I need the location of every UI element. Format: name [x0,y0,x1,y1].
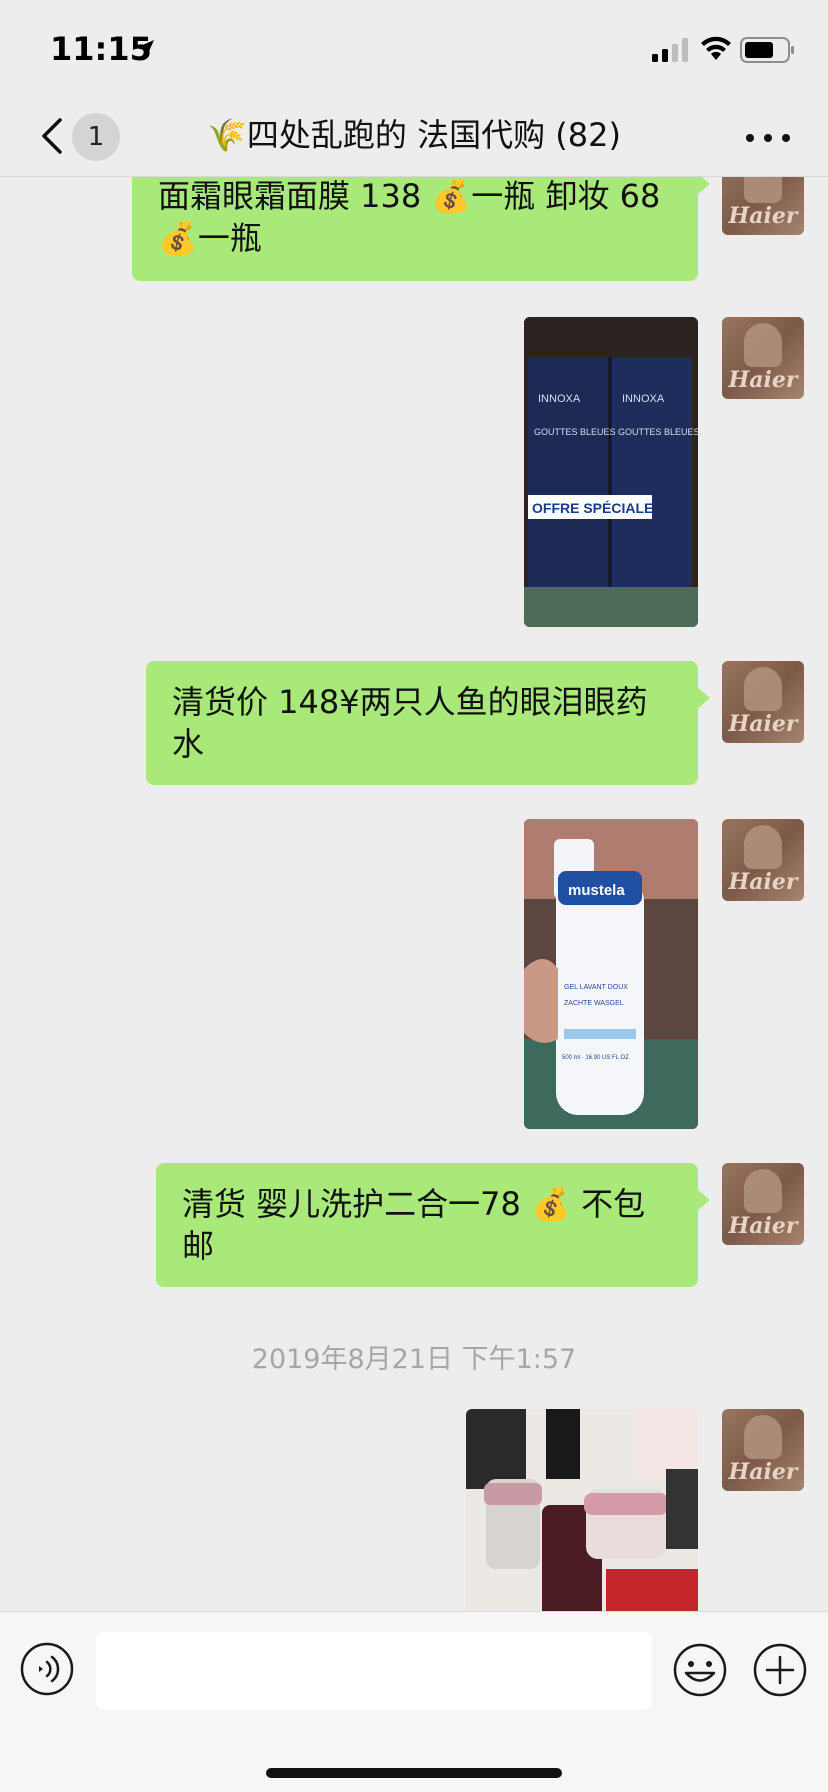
avatar[interactable]: Haier [722,661,804,743]
product-line: ZACHTE WASGEL [564,1000,624,1007]
home-indicator[interactable] [266,1768,562,1778]
unread-count-badge: 1 [72,113,120,161]
emoji-icon[interactable] [672,1642,728,1698]
input-bar [0,1611,828,1792]
battery-icon [740,37,794,63]
message-timestamp: 2019年8月21日 下午1:57 [251,1344,577,1375]
avatar-label: Haier [728,1213,798,1239]
back-button[interactable]: 1 [30,108,130,164]
avatar-label: Haier [728,711,798,737]
avatar-figure [744,323,782,367]
avatar-figure [744,667,782,711]
more-options-icon[interactable] [740,118,796,158]
product-brand: INNOXA [538,393,581,405]
avatar[interactable]: Haier [722,819,804,901]
avatar-figure [744,825,782,869]
product-photo-innoxa: INNOXA INNOXA GOUTTES BLEUES GOUTTES BLE… [524,317,698,627]
avatar-label: Haier [728,203,798,229]
message-input[interactable] [96,1632,652,1710]
image-message[interactable]: INNOXA INNOXA GOUTTES BLEUES GOUTTES BLE… [524,317,698,627]
avatar[interactable]: Haier [722,1163,804,1245]
product-photo-cosmetics [466,1409,698,1611]
image-message[interactable] [466,1409,698,1611]
image-message[interactable]: mustela GEL LAVANT DOUX ZACHTE WASGEL 50… [524,819,698,1129]
offer-badge: OFFRE SPÉCIALE [532,500,653,516]
chat-title: 🌾四处乱跑的 法国代购 (82) [207,116,621,154]
message-text: 面霜眼霜面膜 138 💰一瓶 卸妆 68 💰一瓶 [158,177,661,257]
product-photo-mustela: mustela GEL LAVANT DOUX ZACHTE WASGEL 50… [524,819,698,1129]
avatar-label: Haier [728,869,798,895]
product-volume: 500 ml · 16.90 US FL OZ [562,1055,629,1061]
product-line: GEL LAVANT DOUX [564,984,628,991]
cellular-signal-icon [652,38,688,62]
avatar-figure [744,177,782,203]
message-text: 清货 婴儿洗护二合一78 💰 不包邮 [182,1185,646,1265]
wifi-icon [701,36,731,60]
nav-bar: 1 🌾四处乱跑的 法国代购 (82) [0,96,828,177]
message-bubble[interactable]: 面霜眼霜面膜 138 💰一瓶 卸妆 68 💰一瓶 [132,177,710,281]
product-brand: mustela [568,882,625,899]
avatar-label: Haier [728,1459,798,1485]
message-bubble[interactable]: 清货价 148¥两只人鱼的眼泪眼药水 [146,661,710,785]
message-text: 清货价 148¥两只人鱼的眼泪眼药水 [172,683,648,763]
avatar[interactable]: Haier [722,1409,804,1491]
message-bubble[interactable]: 清货 婴儿洗护二合一78 💰 不包邮 [156,1163,710,1287]
avatar-label: Haier [728,367,798,393]
message-list[interactable]: 面霜眼霜面膜 138 💰一瓶 卸妆 68 💰一瓶 Haier INNOXA IN… [0,177,828,1611]
product-brand: INNOXA [622,393,665,405]
avatar[interactable]: Haier [722,317,804,399]
product-name: GOUTTES BLEUES [618,427,698,437]
avatar-figure [744,1169,782,1213]
location-arrow-icon [136,40,154,58]
voice-input-icon[interactable] [20,1642,74,1696]
chevron-left-icon [42,118,62,154]
avatar[interactable]: Haier [722,177,804,235]
add-attachment-icon[interactable] [752,1642,808,1698]
avatar-figure [744,1415,782,1459]
product-name: GOUTTES BLEUES [534,427,616,437]
status-bar: 11:15 [0,0,828,96]
chat-screen: 11:15 1 🌾四处乱跑的 法国代购 (82) 面霜眼霜面膜 138 💰一瓶 … [0,0,828,1792]
